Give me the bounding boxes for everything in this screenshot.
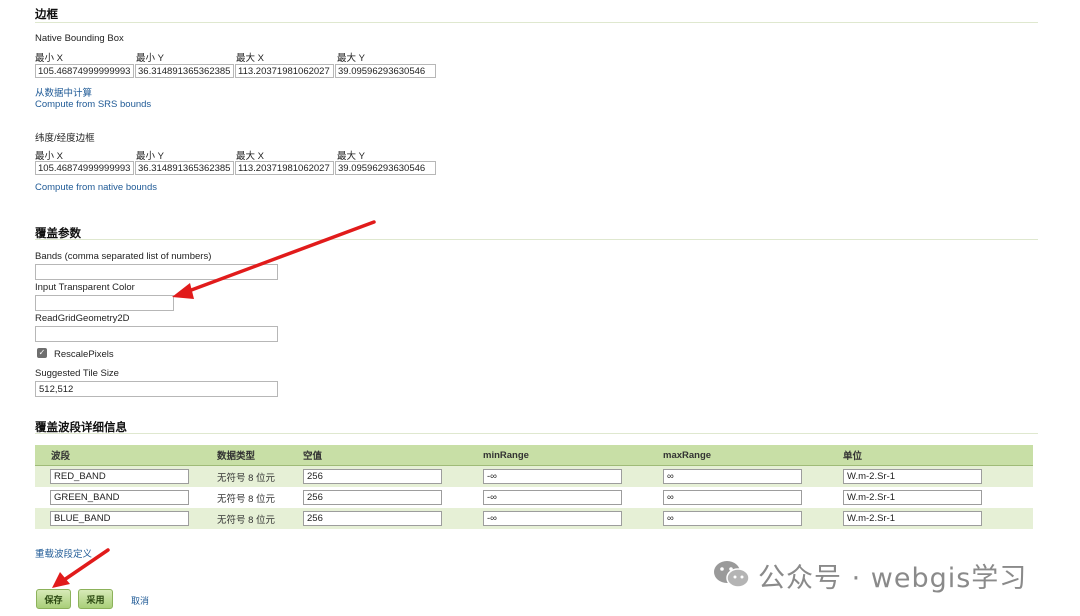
watermark: 公众号 · webgis学习 (712, 556, 1042, 594)
annotation-arrows (52, 220, 376, 588)
wechat-icon (714, 561, 750, 588)
watermark-text: 公众号 · webgis学习 (758, 563, 1028, 594)
arrow-to-transparent-color-icon (172, 220, 376, 299)
arrow-to-save-button-icon (52, 548, 110, 588)
